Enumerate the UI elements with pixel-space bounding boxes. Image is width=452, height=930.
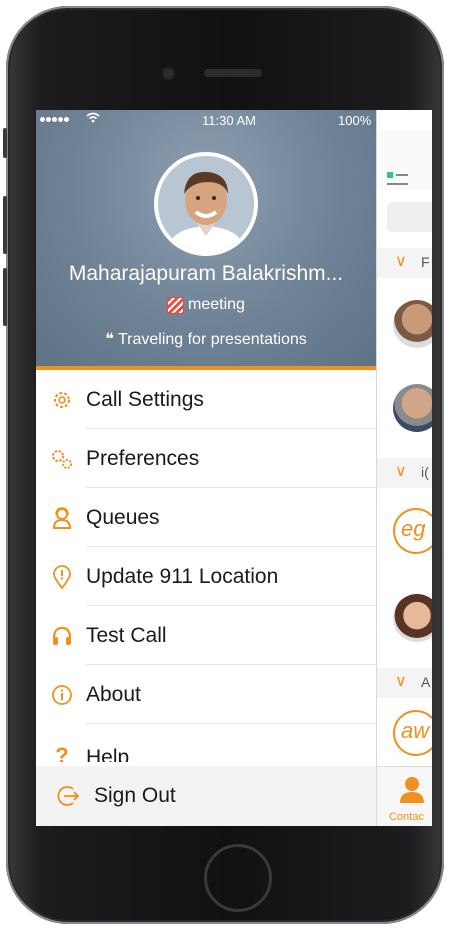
menu-item-label: Preferences (86, 446, 200, 470)
section-letter: F (421, 254, 430, 270)
side-drawer: Maharajapuram Balakrishm... meeting ❝ Tr… (36, 110, 376, 826)
signal-strength-icon (40, 117, 69, 122)
menu-item-label: About (86, 682, 141, 706)
screen: ∨ F ∨ i( eg ∨ A aw Contac Maharajapuram … (36, 110, 432, 826)
presence-status[interactable]: meeting (36, 296, 376, 314)
menu-item-label: Test Call (86, 623, 167, 647)
menu-item-label: Call Settings (86, 387, 204, 411)
front-camera (163, 68, 174, 79)
wifi-icon (86, 112, 100, 126)
menu-item-about[interactable]: About (36, 665, 376, 724)
list-toggle-icon[interactable] (387, 170, 417, 190)
info-icon (50, 683, 74, 707)
earpiece-speaker (204, 69, 262, 77)
status-bar: 11:30 AM 100% (36, 110, 432, 130)
menu-item-label: Help (86, 746, 130, 762)
contact-initials-avatar[interactable]: eg (393, 508, 432, 554)
section-letter: A (421, 674, 431, 690)
gear-icon (50, 388, 74, 412)
sign-out-icon (56, 784, 80, 808)
gears-icon (50, 447, 74, 471)
home-button[interactable] (204, 844, 272, 912)
contact-initials-avatar[interactable]: aw (393, 710, 432, 756)
contacts-header (377, 130, 432, 190)
contacts-section-header[interactable]: ∨ i( (377, 458, 432, 488)
meeting-presence-icon (167, 296, 185, 314)
profile-header: Maharajapuram Balakrishm... meeting ❝ Tr… (36, 110, 376, 366)
chevron-down-icon: ∨ (395, 673, 407, 690)
initials-text: eg (401, 516, 426, 541)
menu-item-preferences[interactable]: Preferences (36, 429, 376, 488)
contact-avatar[interactable] (393, 594, 432, 642)
contacts-tab-icon[interactable] (399, 775, 425, 803)
tab-bar: Contac (377, 766, 432, 826)
menu-item-call-settings[interactable]: Call Settings (36, 370, 376, 429)
menu-item-help[interactable]: ? Help (36, 724, 376, 762)
section-letter: i( (421, 464, 429, 480)
battery-percentage: 100% (338, 113, 372, 128)
chevron-down-icon: ∨ (395, 463, 407, 480)
status-message[interactable]: ❝ Traveling for presentations (36, 329, 376, 349)
initials-text: aw (401, 718, 430, 743)
chevron-down-icon: ∨ (395, 253, 407, 270)
drawer-menu: Call Settings Preferences Queues Update … (36, 370, 376, 762)
contacts-search-input[interactable] (387, 202, 432, 232)
menu-item-label: Queues (86, 505, 160, 529)
sign-out-label: Sign Out (94, 784, 176, 807)
menu-item-queues[interactable]: Queues (36, 488, 376, 547)
menu-item-update-911-location[interactable]: Update 911 Location (36, 547, 376, 606)
mute-switch (3, 128, 7, 158)
contacts-tab-label[interactable]: Contac (389, 811, 424, 823)
agent-icon (50, 506, 74, 530)
user-photo (158, 156, 254, 252)
sign-out-button[interactable]: Sign Out (36, 766, 376, 826)
menu-item-test-call[interactable]: Test Call (36, 606, 376, 665)
headset-icon (50, 624, 74, 648)
contact-avatar[interactable] (393, 300, 432, 348)
contacts-view-behind: ∨ F ∨ i( eg ∨ A aw Contac (376, 110, 432, 826)
user-name: Maharajapuram Balakrishm... (68, 262, 344, 285)
location-pin-icon (50, 564, 74, 589)
volume-down-button (3, 268, 7, 326)
contact-avatar[interactable] (393, 384, 432, 432)
status-time: 11:30 AM (202, 113, 256, 128)
presence-label: meeting (188, 296, 245, 313)
question-icon: ? (55, 743, 69, 762)
user-avatar[interactable] (154, 152, 258, 256)
contacts-section-header[interactable]: ∨ F (377, 248, 432, 278)
volume-up-button (3, 196, 7, 254)
menu-item-label: Update 911 Location (86, 564, 279, 588)
contacts-section-header[interactable]: ∨ A (377, 668, 432, 698)
